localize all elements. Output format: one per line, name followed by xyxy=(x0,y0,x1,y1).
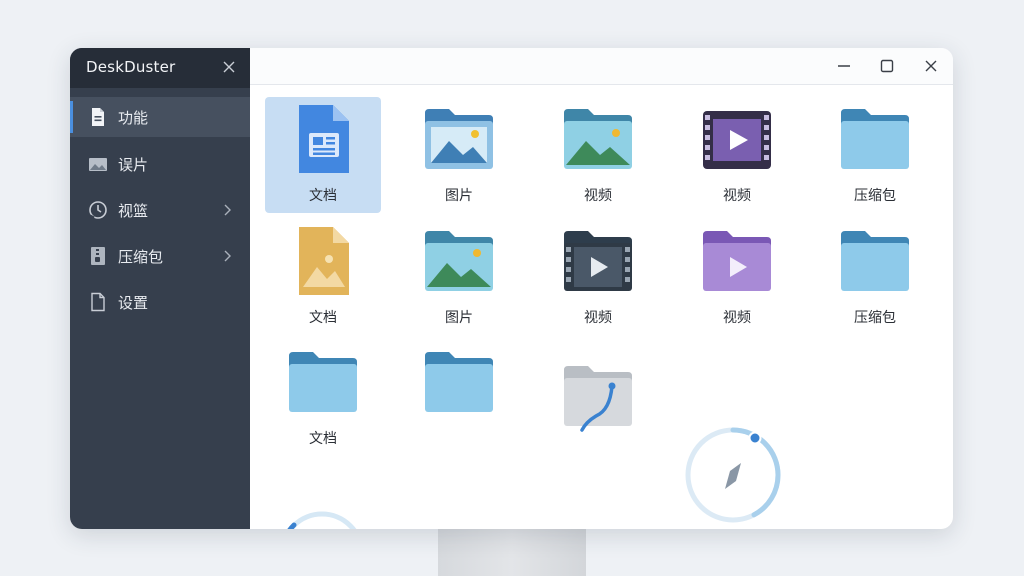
close-icon xyxy=(223,61,235,73)
maximize-icon xyxy=(880,59,894,73)
grid-item-documents[interactable]: 文档 xyxy=(265,97,381,213)
image-file-icon xyxy=(299,227,349,295)
grid-item-folder[interactable] xyxy=(401,340,517,456)
video-icon xyxy=(703,111,771,169)
sidebar: DeskDuster 功能 误片 视篮 压缩包 设置 xyxy=(70,48,250,529)
minimize-button[interactable] xyxy=(834,56,854,76)
image-icon xyxy=(89,158,107,171)
maximize-button[interactable] xyxy=(877,56,897,76)
monitor-stand xyxy=(438,528,586,576)
title-bar xyxy=(250,48,953,85)
sidebar-item-label: 误片 xyxy=(118,156,149,174)
grid-item-label: 图片 xyxy=(445,188,473,204)
sidebar-item-images[interactable]: 误片 xyxy=(70,144,250,184)
grid-item-pictures-2[interactable]: 图片 xyxy=(401,219,517,335)
archive-icon xyxy=(91,247,105,265)
sidebar-item-video-basket[interactable]: 视篮 xyxy=(70,190,250,230)
minimize-icon xyxy=(838,65,850,67)
sidebar-item-label: 设置 xyxy=(118,294,149,312)
loading-spinner-icon xyxy=(287,511,357,529)
sidebar-item-label: 功能 xyxy=(118,109,149,127)
video-folder-icon xyxy=(564,231,632,291)
clock-icon xyxy=(89,201,107,220)
image-folder-icon xyxy=(564,109,632,169)
blank-file-icon xyxy=(91,292,105,312)
grid-item-documents-2[interactable]: 文档 xyxy=(265,219,381,335)
compass-loading-icon xyxy=(685,427,781,523)
sidebar-item-settings[interactable]: 设置 xyxy=(70,282,250,322)
image-folder-icon xyxy=(425,231,493,291)
grid-item-archives[interactable]: 压缩包 xyxy=(817,97,933,213)
sidebar-item-label: 压缩包 xyxy=(118,248,164,266)
grid-item-label: 文档 xyxy=(309,310,337,326)
grid-item-label: 视频 xyxy=(584,310,612,326)
folder-icon xyxy=(289,352,357,412)
folder-icon xyxy=(841,231,909,291)
image-folder-icon xyxy=(425,109,493,169)
chevron-right-icon xyxy=(224,250,231,262)
folder-icon xyxy=(841,109,909,169)
sidebar-header: DeskDuster xyxy=(70,48,250,88)
app-title: DeskDuster xyxy=(86,58,176,76)
grid-item-label: 压缩包 xyxy=(854,188,896,204)
folder-icon xyxy=(425,352,493,412)
app-window: DeskDuster 功能 误片 视篮 压缩包 设置 文档 图片 视频 视频 压… xyxy=(70,48,953,529)
close-button[interactable] xyxy=(921,56,941,76)
sidebar-item-label: 视篮 xyxy=(118,202,149,220)
grid-item-archives-2[interactable]: 压缩包 xyxy=(817,219,933,335)
purple-video-folder-icon xyxy=(703,231,771,291)
grid-item-label: 视频 xyxy=(723,310,751,326)
chevron-right-icon xyxy=(224,204,231,216)
grid-item-videos[interactable]: 视频 xyxy=(540,97,656,213)
grid-item-label: 文档 xyxy=(309,188,337,204)
grid-item-videos-2[interactable]: 视频 xyxy=(679,97,795,213)
grid-item-pictures[interactable]: 图片 xyxy=(401,97,517,213)
sidebar-item-features[interactable]: 功能 xyxy=(70,97,250,137)
grid-item-label: 视频 xyxy=(723,188,751,204)
file-grid: 文档 图片 视频 视频 压缩包 文档 图片 视频 视频 压缩包 文档 xyxy=(250,85,953,529)
sidebar-close-button[interactable] xyxy=(220,58,238,76)
grid-item-videos-4[interactable]: 视频 xyxy=(679,219,795,335)
document-file-icon xyxy=(299,105,349,173)
grid-item-label: 文档 xyxy=(309,431,337,447)
grid-item-label: 图片 xyxy=(445,310,473,326)
grid-item-documents-3[interactable]: 文档 xyxy=(265,340,381,456)
grid-item-label: 压缩包 xyxy=(854,310,896,326)
grid-item-grey-folder[interactable] xyxy=(540,340,656,456)
document-icon xyxy=(92,108,104,126)
sidebar-item-archives[interactable]: 压缩包 xyxy=(70,236,250,276)
grid-item-videos-3[interactable]: 视频 xyxy=(540,219,656,335)
close-icon xyxy=(925,60,937,72)
grid-item-label: 视频 xyxy=(584,188,612,204)
grey-folder-cable-icon xyxy=(564,366,632,432)
